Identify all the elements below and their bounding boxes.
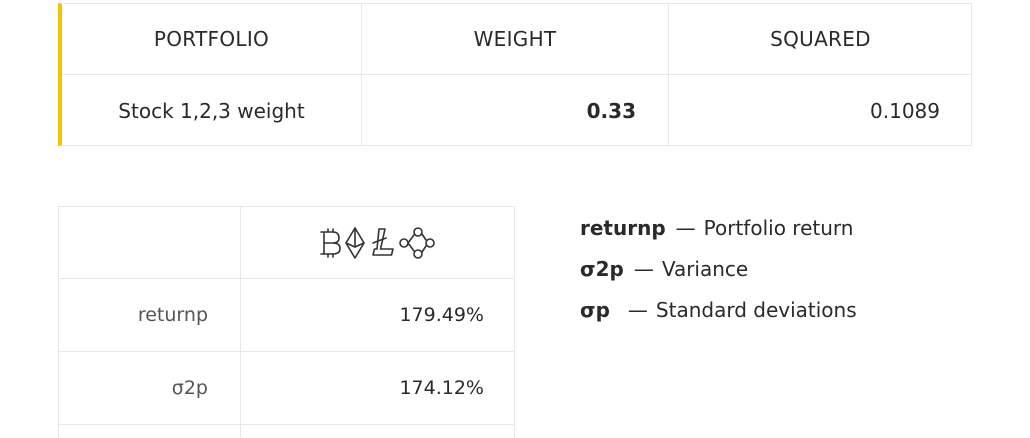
metric-label-variance: σ2p xyxy=(59,352,241,425)
portfolio-weight-table: PORTFOLIO WEIGHT SQUARED Stock 1,2,3 wei… xyxy=(58,3,972,146)
legend-description: Variance xyxy=(661,256,749,281)
legend-term: σp xyxy=(580,297,610,322)
cell-portfolio-name: Stock 1,2,3 weight xyxy=(62,75,362,146)
legend-item-variance: σ2p — Variance xyxy=(580,248,857,289)
metrics-header-empty xyxy=(59,207,241,279)
legend-description: Portfolio return xyxy=(703,215,854,240)
crypto-icons-header xyxy=(241,207,514,279)
cell-weight-value: 0.33 xyxy=(362,75,669,146)
legend-dash: — xyxy=(675,215,696,240)
legend-dash: — xyxy=(633,256,654,281)
legend-item-std-dev: σp — Standard deviations xyxy=(580,289,857,330)
metric-label-returnp: returnp xyxy=(59,279,241,352)
column-header-portfolio: PORTFOLIO xyxy=(62,4,362,75)
metric-value-variance: 174.12% xyxy=(241,352,514,425)
column-header-squared: SQUARED xyxy=(669,4,972,75)
metric-value-returnp: 179.49% xyxy=(241,279,514,352)
bitcoin-icon xyxy=(319,227,341,258)
metric-label-next xyxy=(59,425,241,438)
metrics-legend: returnp — Portfolio return σ2p — Varianc… xyxy=(580,207,857,330)
ethereum-icon xyxy=(344,226,365,259)
ripple-icon xyxy=(398,226,435,259)
portfolio-metrics-table: returnp 179.49% σ2p 174.12% xyxy=(58,206,515,438)
legend-dash: — xyxy=(627,297,648,322)
legend-term: σ2p xyxy=(580,256,624,281)
legend-item-returnp: returnp — Portfolio return xyxy=(580,207,857,248)
cell-squared-value: 0.1089 xyxy=(870,98,940,123)
metric-value-next xyxy=(241,425,514,438)
column-header-weight: WEIGHT xyxy=(362,4,669,75)
legend-term: returnp xyxy=(580,215,666,240)
litecoin-icon xyxy=(371,227,394,256)
legend-description: Standard deviations xyxy=(655,297,857,322)
page: PORTFOLIO WEIGHT SQUARED Stock 1,2,3 wei… xyxy=(0,0,1030,438)
